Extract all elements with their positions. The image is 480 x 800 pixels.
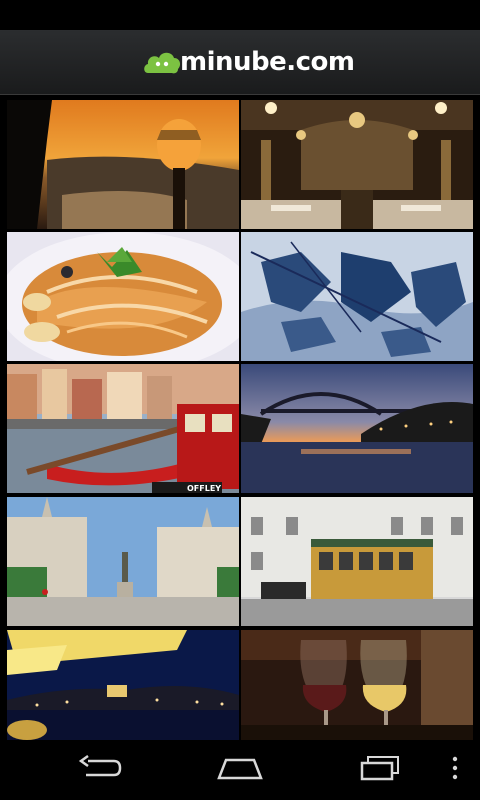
status-bar xyxy=(0,0,480,30)
app-logo[interactable]: minube.com xyxy=(142,44,355,80)
home-icon xyxy=(216,756,264,784)
photo-tile-tram[interactable] xyxy=(241,497,473,626)
photo-tile-port-wine[interactable] xyxy=(241,630,473,740)
photo-grid: OFFLEY xyxy=(0,95,480,740)
photo-tile-sunset[interactable] xyxy=(7,100,239,229)
boat-sign-text: OFFLEY xyxy=(187,484,221,493)
back-button[interactable] xyxy=(60,740,140,800)
overflow-menu-icon xyxy=(451,756,459,784)
photo-tile-bridge[interactable] xyxy=(241,364,473,493)
system-nav-bar xyxy=(0,740,480,800)
home-button[interactable] xyxy=(200,740,280,800)
photo-tile-night-view[interactable] xyxy=(7,630,239,740)
recent-apps-button[interactable] xyxy=(340,740,420,800)
photo-tile-square[interactable] xyxy=(7,497,239,626)
photo-tile-azulejo[interactable] xyxy=(241,232,473,361)
overflow-menu-button[interactable] xyxy=(440,740,470,800)
app-title: minube.com xyxy=(180,47,355,77)
photo-tile-cafe[interactable] xyxy=(241,100,473,229)
photo-tile-pasta[interactable] xyxy=(7,232,239,361)
back-icon xyxy=(78,754,122,785)
app-header: minube.com xyxy=(0,30,480,95)
recent-apps-icon xyxy=(358,755,402,785)
minube-cloud-icon xyxy=(142,47,182,77)
photo-tile-riverside[interactable]: OFFLEY xyxy=(7,364,239,493)
